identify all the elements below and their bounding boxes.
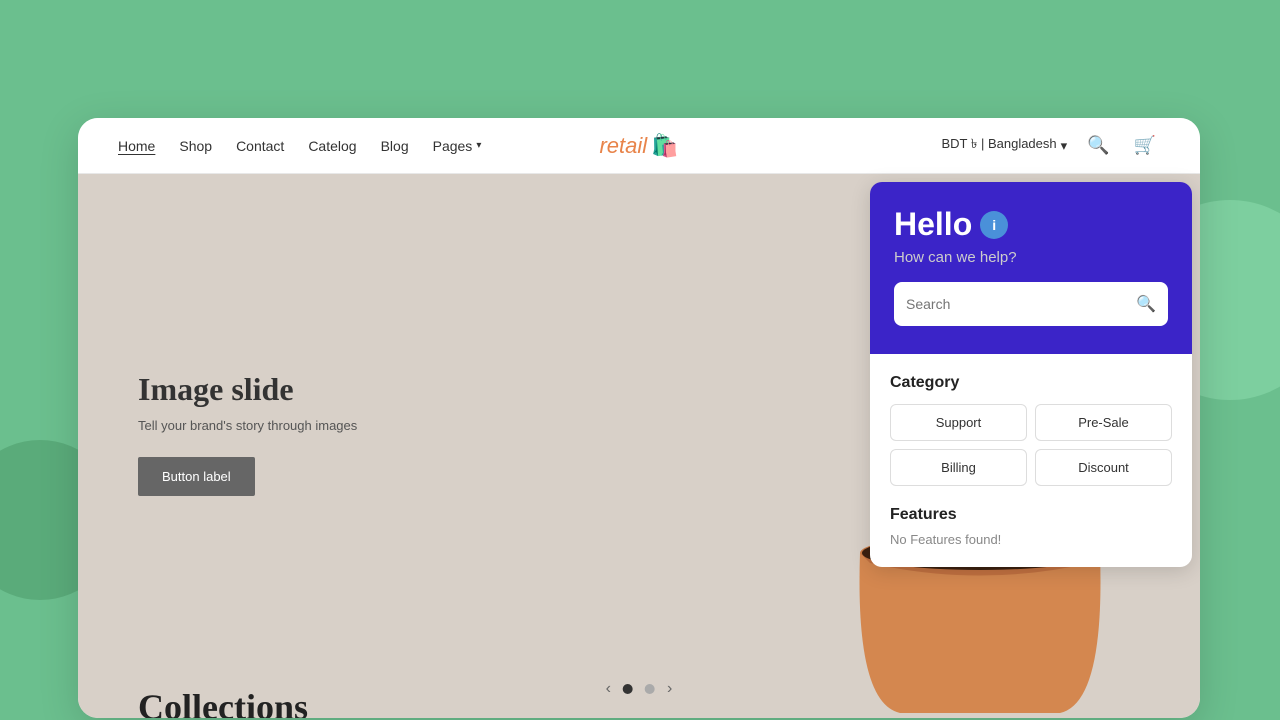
- hero-text-area: Image slide Tell your brand's story thro…: [138, 371, 357, 496]
- help-panel: Hello i How can we help? 🔍 Category Supp…: [870, 182, 1192, 567]
- currency-chevron-icon: ▾: [1061, 138, 1068, 154]
- slider-prev[interactable]: ‹: [606, 680, 611, 698]
- features-section: Features No Features found!: [890, 506, 1172, 547]
- currency-selector[interactable]: BDT ৳ | Bangladesh ▾: [942, 135, 1068, 156]
- category-section: Category Support Pre-Sale Billing Discou…: [890, 374, 1172, 486]
- help-search-icon-button[interactable]: 🔍: [1136, 294, 1156, 314]
- category-discount[interactable]: Discount: [1035, 449, 1172, 486]
- slide-dot-2[interactable]: [645, 684, 655, 694]
- slider-next[interactable]: ›: [667, 680, 672, 698]
- logo-text: retail: [599, 133, 647, 159]
- help-panel-body: Category Support Pre-Sale Billing Discou…: [870, 354, 1192, 567]
- nav-catelog[interactable]: Catelog: [308, 138, 356, 154]
- device-frame: Home Shop Contact Catelog Blog Pages ▾ r…: [78, 118, 1200, 718]
- slide-dot-1[interactable]: [623, 684, 633, 694]
- hello-row: Hello i: [894, 206, 1168, 243]
- nav-home[interactable]: Home: [118, 138, 155, 154]
- nav-right: BDT ৳ | Bangladesh ▾ 🔍 🛒: [942, 131, 1161, 160]
- currency-label: BDT ৳ | Bangladesh: [942, 135, 1057, 156]
- hero-title: Image slide: [138, 371, 357, 408]
- help-subtitle: How can we help?: [894, 249, 1168, 266]
- navbar: Home Shop Contact Catelog Blog Pages ▾ r…: [78, 118, 1200, 174]
- features-empty-message: No Features found!: [890, 532, 1172, 547]
- hero-button[interactable]: Button label: [138, 457, 255, 496]
- category-grid: Support Pre-Sale Billing Discount: [890, 404, 1172, 486]
- features-title: Features: [890, 506, 1172, 524]
- top-background: [0, 0, 1280, 118]
- pages-chevron-icon: ▾: [476, 140, 481, 151]
- logo-bag-icon: 🛍️: [651, 133, 678, 159]
- category-presale[interactable]: Pre-Sale: [1035, 404, 1172, 441]
- info-icon: i: [980, 211, 1008, 239]
- help-search-box: 🔍: [894, 282, 1168, 326]
- logo-area: retail 🛍️: [599, 133, 678, 159]
- cart-button[interactable]: 🛒: [1130, 131, 1160, 160]
- category-billing[interactable]: Billing: [890, 449, 1027, 486]
- help-search-input[interactable]: [906, 296, 1136, 312]
- slider-controls: ‹ ›: [606, 680, 673, 698]
- category-support[interactable]: Support: [890, 404, 1027, 441]
- nav-blog[interactable]: Blog: [381, 138, 409, 154]
- nav-shop[interactable]: Shop: [179, 138, 212, 154]
- help-panel-header: Hello i How can we help? 🔍: [870, 182, 1192, 354]
- nav-pages-dropdown[interactable]: Pages ▾: [433, 138, 482, 154]
- nav-links: Home Shop Contact Catelog Blog Pages ▾: [118, 138, 942, 154]
- nav-pages-label[interactable]: Pages: [433, 138, 473, 154]
- main-content: Image slide Tell your brand's story thro…: [78, 174, 1200, 718]
- hello-text: Hello: [894, 206, 972, 243]
- category-title: Category: [890, 374, 1172, 392]
- search-button[interactable]: 🔍: [1083, 131, 1113, 160]
- nav-contact[interactable]: Contact: [236, 138, 284, 154]
- collections-area: Collections: [138, 686, 308, 718]
- collections-heading: Collections: [138, 686, 308, 718]
- hero-subtitle: Tell your brand's story through images: [138, 418, 357, 433]
